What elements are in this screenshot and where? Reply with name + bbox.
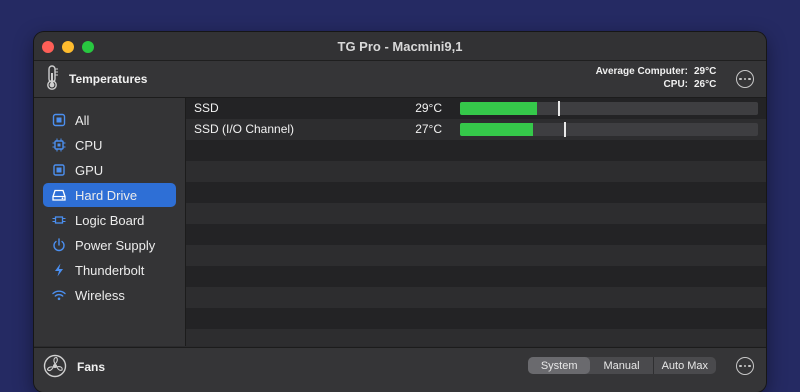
average-computer-value: 29°C: [694, 66, 717, 77]
sidebar-item-label: Wireless: [75, 287, 125, 303]
thunderbolt-icon: [52, 263, 66, 277]
table-row-bg: [186, 203, 766, 224]
sidebar-item-label: Thunderbolt: [75, 262, 145, 278]
table-row-bg: [186, 161, 766, 182]
sensor-temperature: 29°C: [415, 101, 442, 115]
sidebar-item-label: CPU: [75, 137, 103, 153]
sidebar-item-label: Hard Drive: [75, 187, 138, 203]
title-bar[interactable]: TG Pro - Macmini9,1: [34, 32, 766, 61]
fans-title: Fans: [77, 360, 106, 374]
fan-mode-control: System Manual Auto Max: [528, 357, 716, 374]
fans-toolbar: Fans System Manual Auto Max: [34, 347, 766, 392]
table-row-bg: [186, 224, 766, 245]
sidebar-item-wireless[interactable]: Wireless: [43, 283, 176, 307]
logic-board-icon: [52, 213, 66, 227]
fans-more-button[interactable]: [736, 357, 754, 375]
table-row-bg: [186, 245, 766, 266]
temperature-bar: [460, 122, 758, 137]
sensor-temperature: 27°C: [415, 122, 442, 136]
table-row-bg: [186, 308, 766, 329]
sidebar-item-hard-drive[interactable]: Hard Drive: [43, 183, 176, 207]
temperature-summary: Average Computer: 29°C CPU: 26°C: [596, 65, 720, 91]
fan-mode-auto-max[interactable]: Auto Max: [654, 357, 716, 374]
table-row-bg: [186, 140, 766, 161]
temperature-bar-marker: [558, 101, 560, 116]
sidebar-item-label: GPU: [75, 162, 104, 178]
sensor-name: SSD: [194, 101, 219, 115]
temperature-bar-fill: [460, 123, 533, 136]
table-row-bg: [186, 266, 766, 287]
sensor-sidebar: All CPU GPU Hard Drive Logic Board Power…: [34, 98, 186, 346]
sidebar-item-all[interactable]: All: [43, 108, 176, 132]
temperatures-more-button[interactable]: [736, 70, 754, 88]
hard-drive-icon: [52, 188, 66, 202]
sidebar-item-label: Logic Board: [75, 212, 145, 228]
average-computer-label: Average Computer:: [595, 66, 688, 77]
sensor-table: SSD 29°C SSD (I/O Channel) 27°C: [186, 98, 766, 346]
table-row-ssd-io-channel[interactable]: SSD (I/O Channel) 27°C: [186, 119, 766, 140]
sidebar-item-cpu[interactable]: CPU: [43, 133, 176, 157]
cpu-row: CPU: 26°C: [596, 78, 720, 91]
sidebar-item-label: All: [75, 112, 90, 128]
sidebar-item-logic-board[interactable]: Logic Board: [43, 208, 176, 232]
cpu-chip-icon: [52, 138, 66, 152]
more-icon: [739, 77, 742, 81]
wifi-icon: [52, 288, 66, 302]
window-title: TG Pro - Macmini9,1: [337, 39, 463, 54]
sidebar-item-label: Power Supply: [75, 237, 156, 253]
gpu-chip-icon: [52, 163, 66, 177]
app-window: TG Pro - Macmini9,1 Temperatures Average…: [34, 32, 766, 392]
table-row-bg: [186, 182, 766, 203]
cpu-value: 26°C: [694, 79, 717, 90]
cpu-label: CPU:: [663, 79, 688, 90]
fan-mode-system[interactable]: System: [528, 357, 591, 374]
average-computer-row: Average Computer: 29°C: [596, 65, 720, 78]
sensor-name: SSD (I/O Channel): [194, 122, 295, 136]
all-icon: [52, 113, 66, 127]
thermometer-icon: [44, 65, 60, 96]
power-icon: [52, 238, 66, 252]
temperatures-title: Temperatures: [69, 72, 148, 86]
sidebar-item-thunderbolt[interactable]: Thunderbolt: [43, 258, 176, 282]
fan-mode-manual[interactable]: Manual: [590, 357, 654, 374]
more-icon: [739, 364, 742, 368]
sidebar-item-power-supply[interactable]: Power Supply: [43, 233, 176, 257]
table-row-bg: [186, 287, 766, 308]
temperature-bar-marker: [564, 122, 566, 137]
temperatures-toolbar: Temperatures Average Computer: 29°C CPU:…: [34, 61, 766, 98]
temperature-bar: [460, 101, 758, 116]
table-row-bg: [186, 329, 766, 346]
sidebar-item-gpu[interactable]: GPU: [43, 158, 176, 182]
temperature-bar-fill: [460, 102, 537, 115]
table-row-ssd[interactable]: SSD 29°C: [186, 98, 766, 119]
